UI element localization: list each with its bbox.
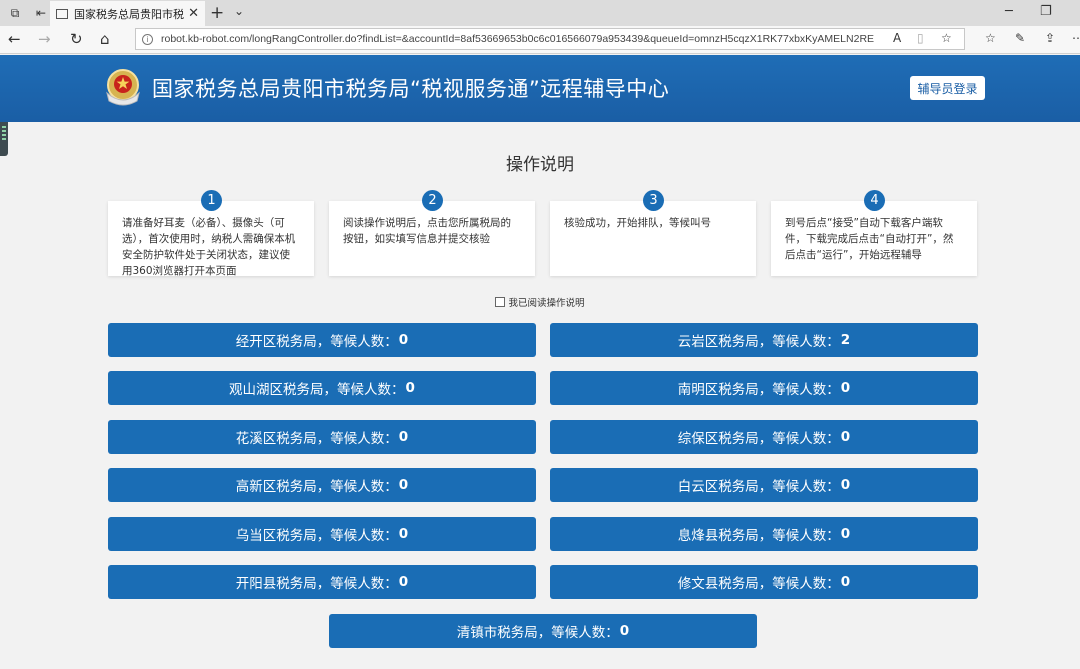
new-tab-icon[interactable]: + (210, 3, 224, 23)
queue-label: ，等候人数： (758, 528, 840, 544)
queue-count: 2 (840, 332, 851, 348)
favorites-list-icon[interactable]: ☆ (985, 31, 996, 45)
info-icon[interactable]: i (142, 33, 153, 45)
bureau-button-yunyan[interactable]: 云岩区税务局 ，等候人数： 2 (550, 323, 978, 357)
bureau-button-kaiyang[interactable]: 开阳县税务局 ，等候人数： 0 (108, 565, 536, 599)
minimize-icon[interactable]: ─ (1005, 4, 1013, 19)
queue-count: 0 (398, 574, 409, 590)
bureau-button-gaoxin[interactable]: 高新区税务局 ，等候人数： 0 (108, 468, 536, 502)
counselor-login-button[interactable]: 辅导员登录 (910, 76, 985, 100)
queue-label: ，等候人数： (758, 479, 840, 495)
set-aside-tabs-icon[interactable]: ⇤ (30, 2, 52, 24)
bureau-button-huaxi[interactable]: 花溪区税务局 ，等候人数： 0 (108, 420, 536, 454)
queue-label: ，等候人数： (323, 382, 405, 398)
favorite-star-icon[interactable]: ☆ (941, 31, 952, 45)
back-icon[interactable]: ← (8, 30, 21, 48)
home-icon[interactable]: ⌂ (100, 30, 110, 48)
site-title: 国家税务总局贵阳市税务局“税视服务通”远程辅导中心 (152, 77, 670, 101)
queue-count: 0 (840, 526, 851, 542)
queue-label: ，等候人数： (316, 528, 398, 544)
bureau-name: 经开区税务局 (235, 334, 317, 350)
step-text: 阅读操作说明后，点击您所属税局的按钮，如实填写信息并提交核验 (329, 201, 535, 276)
bureau-button-jingkai[interactable]: 经开区税务局 ，等候人数： 0 (108, 323, 536, 357)
browser-tab-bar: ⧉ ⇤ 国家税务总局贵阳市税务局“税视服务通”远程辅导中心 ✕ + ⌄ ─ ❐ (0, 0, 1080, 26)
bureau-button-nanming[interactable]: 南明区税务局 ，等候人数： 0 (550, 371, 978, 405)
queue-count: 0 (405, 380, 415, 396)
bureau-name: 南明区税务局 (677, 382, 759, 398)
queue-count: 0 (398, 526, 409, 542)
address-bar: ← → ↻ ⌂ i robot.kb-robot.com/longRangCon… (0, 26, 1080, 54)
more-icon[interactable]: ⋯ (1072, 31, 1080, 45)
bureau-button-zongbao[interactable]: 综保区税务局 ，等候人数： 0 (550, 420, 978, 454)
share-icon[interactable]: ⇪ (1045, 31, 1055, 45)
bureau-name: 综保区税务局 (677, 431, 759, 447)
bureau-name: 修文县税务局 (677, 576, 759, 592)
bureau-name: 花溪区税务局 (235, 431, 317, 447)
queue-label: ，等候人数： (316, 334, 398, 350)
url-input[interactable]: i robot.kb-robot.com/longRangController.… (135, 28, 965, 50)
queue-count: 0 (398, 332, 409, 348)
bureau-button-baiyun[interactable]: 白云区税务局 ，等候人数： 0 (550, 468, 978, 502)
bureau-name: 开阳县税务局 (235, 576, 317, 592)
bureau-button-guanshanhu[interactable]: 观山湖区税务局 ，等候人数： 0 (108, 371, 536, 405)
step-number: 3 (643, 190, 664, 211)
refresh-icon[interactable]: ↻ (70, 30, 83, 48)
tab-title: 国家税务总局贵阳市税务局“税视服务通”远程辅导中心 (74, 7, 184, 21)
site-header: 国家税务总局贵阳市税务局“税视服务通”远程辅导中心 辅导员登录 (0, 55, 1080, 122)
bureau-name: 高新区税务局 (235, 479, 317, 495)
chevron-down-icon[interactable]: ⌄ (234, 4, 244, 18)
step-text: 到号后点“接受”自动下载客户端软件，下载完成后点击“自动打开”，然后点击“运行”… (771, 201, 977, 276)
queue-count: 0 (619, 623, 630, 639)
bureau-button-qingzhen[interactable]: 清镇市税务局 ，等候人数： 0 (329, 614, 757, 648)
close-icon[interactable]: ✕ (188, 6, 199, 21)
queue-label: ，等候人数： (316, 479, 398, 495)
step-number: 1 (201, 190, 222, 211)
bureau-name: 息烽县税务局 (677, 528, 759, 544)
read-instructions-checkbox[interactable] (495, 297, 506, 307)
queue-label: ，等候人数： (758, 431, 840, 447)
queue-count: 0 (840, 380, 851, 396)
pen-icon[interactable]: ✎ (1015, 31, 1025, 45)
read-aloud-icon[interactable]: A (893, 31, 901, 45)
bureau-button-xifeng[interactable]: 息烽县税务局 ，等候人数： 0 (550, 517, 978, 551)
step-text: 请准备好耳麦（必备）、摄像头（可选），首次使用时，纳税人需确保本机安全防护软件处… (108, 201, 314, 277)
bureau-name: 云岩区税务局 (677, 334, 759, 350)
read-instructions-row: 我已阅读操作说明 (0, 295, 1080, 309)
queue-count: 0 (840, 429, 851, 445)
url-text: robot.kb-robot.com/longRangController.do… (161, 33, 875, 45)
queue-count: 0 (398, 477, 409, 493)
browser-tab[interactable]: 国家税务总局贵阳市税务局“税视服务通”远程辅导中心 ✕ (50, 1, 205, 26)
bureau-button-xiuwen[interactable]: 修文县税务局 ，等候人数： 0 (550, 565, 978, 599)
queue-label: ，等候人数： (316, 576, 398, 592)
queue-label: ，等候人数： (758, 576, 840, 592)
reading-view-icon[interactable]: ▯ (917, 31, 924, 45)
instructions-title: 操作说明 (506, 155, 574, 175)
bureau-name: 白云区税务局 (677, 479, 759, 495)
queue-label: ，等候人数： (758, 334, 840, 350)
page-icon (56, 8, 68, 19)
tab-actions-icon[interactable]: ⧉ (4, 2, 26, 24)
bureau-name: 清镇市税务局 (456, 625, 538, 641)
step-number: 4 (864, 190, 885, 211)
queue-count: 0 (398, 429, 409, 445)
forward-icon[interactable]: → (38, 30, 51, 48)
queue-label: ，等候人数： (316, 431, 398, 447)
step-text: 核验成功，开始排队，等候叫号 (550, 201, 756, 276)
step-number: 2 (422, 190, 443, 211)
queue-count: 0 (840, 574, 851, 590)
restore-icon[interactable]: ❐ (1040, 4, 1052, 19)
read-instructions-label[interactable]: 我已阅读操作说明 (508, 295, 584, 309)
bureau-button-wudang[interactable]: 乌当区税务局 ，等候人数： 0 (108, 517, 536, 551)
bureau-name: 乌当区税务局 (235, 528, 317, 544)
queue-count: 0 (840, 477, 851, 493)
tax-emblem-icon (106, 69, 140, 106)
queue-label: ，等候人数： (537, 625, 619, 641)
bureau-name: 观山湖区税务局 (229, 382, 324, 398)
queue-label: ，等候人数： (758, 382, 840, 398)
